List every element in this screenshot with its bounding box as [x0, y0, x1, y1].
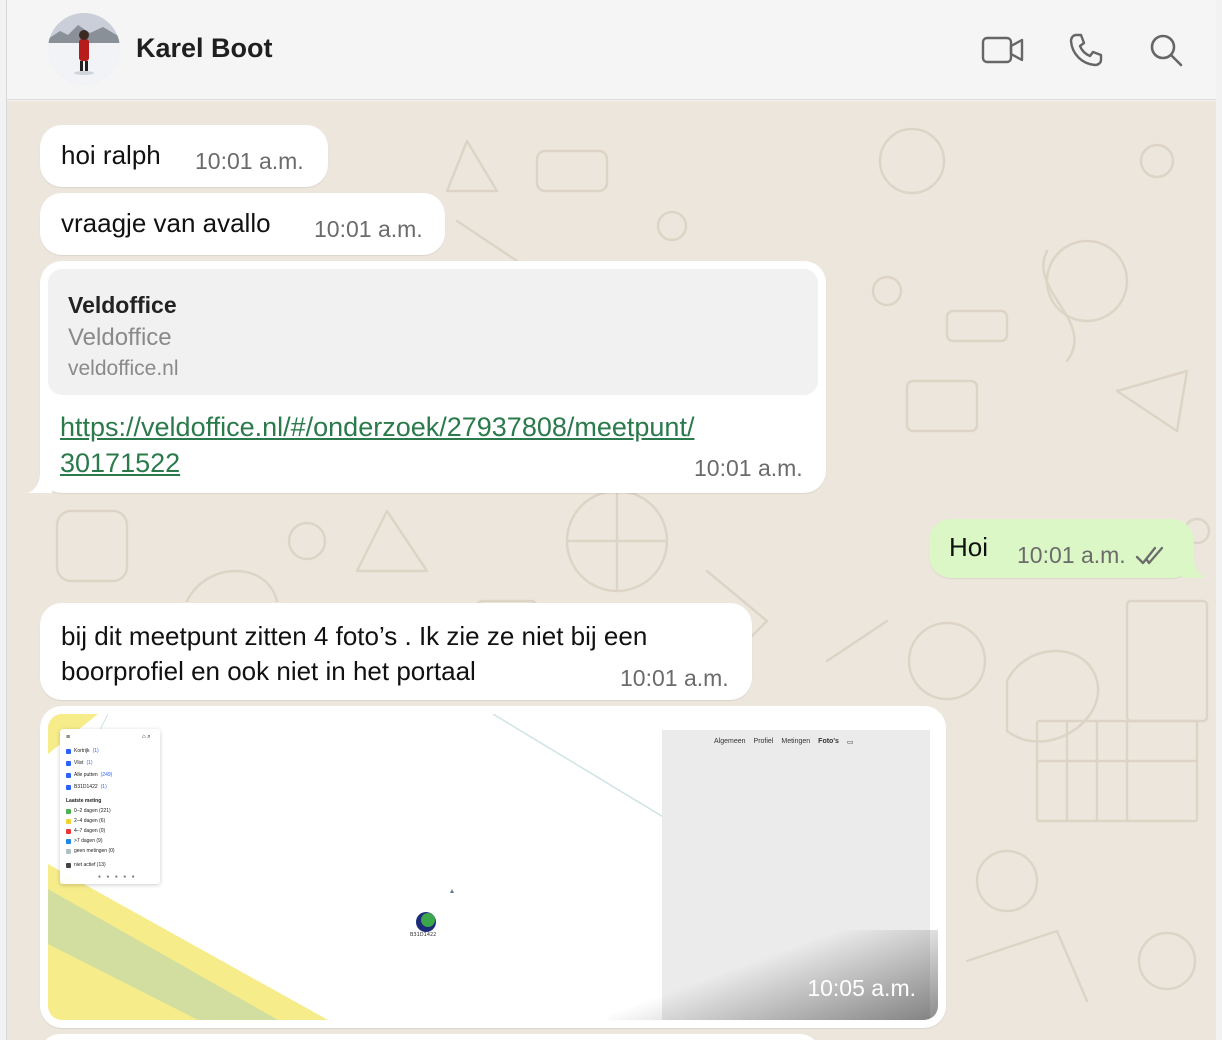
- message-bubble-incoming[interactable]: vraagje van avallo 10:01 a.m.: [40, 193, 445, 255]
- message-bubble-incoming[interactable]: bij dit meetpunt zitten 4 foto’s . Ik zi…: [40, 603, 752, 700]
- message-time: 10:01 a.m.: [195, 148, 304, 174]
- search-icon[interactable]: [1144, 28, 1188, 72]
- message-bubble-outgoing[interactable]: Hoi 10:01 a.m.: [929, 519, 1206, 578]
- bubble-tail: [1182, 558, 1206, 578]
- map-marker-label: B31D1422: [410, 932, 436, 938]
- message-text: bij dit meetpunt zitten 4 foto’s . Ik zi…: [61, 619, 647, 689]
- message-bubble-link[interactable]: Veldoffice Veldoffice veldoffice.nl http…: [28, 261, 826, 493]
- contact-name[interactable]: Karel Boot: [136, 33, 273, 64]
- message-time: 10:01 a.m.: [1017, 542, 1126, 568]
- link-preview-domain: veldoffice.nl: [68, 357, 179, 380]
- chat-window: Karel Boot hoi ralph 10:01 a.m. vraagje …: [6, 0, 1216, 1040]
- message-bubble-incoming[interactable]: hoi ralph 10:01 a.m.: [40, 125, 328, 187]
- double-check-icon: [1135, 543, 1165, 574]
- link-preview-description: Veldoffice: [68, 324, 172, 351]
- message-bubble-incoming[interactable]: [40, 1034, 820, 1040]
- chat-header: Karel Boot: [7, 0, 1216, 100]
- message-text: Hoi: [949, 532, 989, 562]
- detail-tabs: Algemeen Profiel Metingen Foto's ▭: [714, 738, 854, 746]
- message-time: 10:01 a.m.: [694, 455, 803, 481]
- message-text-line2: boorprofiel en ook niet in het portaal: [61, 656, 476, 686]
- message-list[interactable]: hoi ralph 10:01 a.m. vraagje van avallo …: [7, 101, 1216, 1040]
- link-preview-title: Veldoffice: [68, 292, 177, 318]
- message-text: vraagje van avallo: [61, 208, 271, 238]
- avatar[interactable]: [48, 13, 120, 85]
- video-call-icon[interactable]: [981, 28, 1025, 72]
- link-url-line2[interactable]: 30171522: [60, 448, 180, 478]
- message-link[interactable]: https://veldoffice.nl/#/onderzoek/279378…: [60, 409, 780, 481]
- message-text-line1: bij dit meetpunt zitten 4 foto’s . Ik zi…: [61, 621, 648, 651]
- image-attachment[interactable]: B31D1422 ≡ ⌂ ⌕ Kortrijk (1) Vlist (1) Alle…: [48, 714, 938, 1020]
- message-time: 10:05 a.m.: [807, 975, 916, 1001]
- bubble-tail: [28, 473, 52, 493]
- voice-call-icon[interactable]: [1064, 28, 1108, 72]
- message-bubble-image[interactable]: B31D1422 ≡ ⌂ ⌕ Kortrijk (1) Vlist (1) Alle…: [40, 706, 946, 1028]
- message-time: 10:01 a.m.: [620, 665, 729, 691]
- map-layer-panel: ≡ ⌂ ⌕ Kortrijk (1) Vlist (1) Alle putten (2…: [60, 729, 160, 884]
- link-preview[interactable]: Veldoffice Veldoffice veldoffice.nl: [48, 269, 818, 395]
- message-time: 10:01 a.m.: [314, 216, 423, 242]
- message-text: hoi ralph: [61, 140, 161, 170]
- link-url-line1[interactable]: https://veldoffice.nl/#/onderzoek/279378…: [60, 412, 694, 442]
